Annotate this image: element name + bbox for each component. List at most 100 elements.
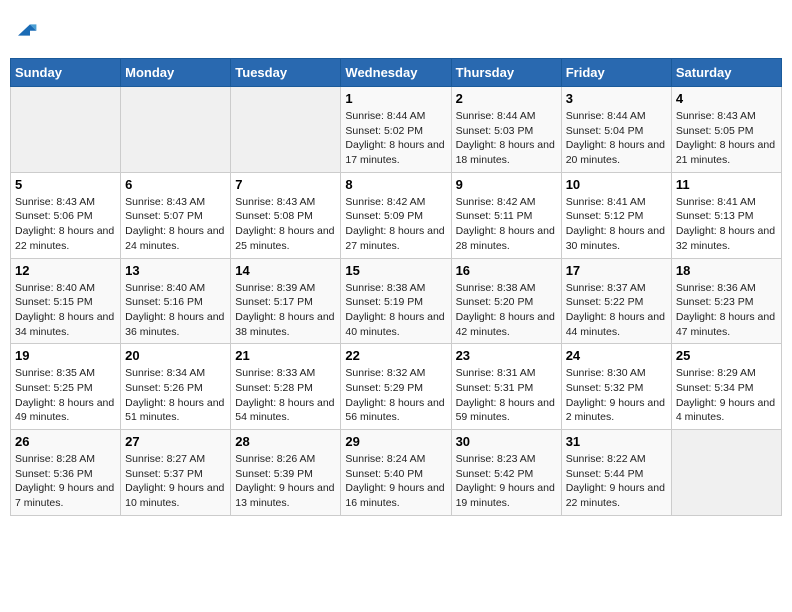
weekday-header-wednesday: Wednesday xyxy=(341,59,451,87)
day-info: Sunrise: 8:40 AM Sunset: 5:15 PM Dayligh… xyxy=(15,281,116,340)
day-number: 16 xyxy=(456,263,557,278)
day-info: Sunrise: 8:34 AM Sunset: 5:26 PM Dayligh… xyxy=(125,366,226,425)
calendar-week-1: 1 Sunrise: 8:44 AM Sunset: 5:02 PM Daylig… xyxy=(11,87,782,173)
calendar-cell: 13 Sunrise: 8:40 AM Sunset: 5:16 PM Dayli… xyxy=(121,258,231,344)
weekday-header-monday: Monday xyxy=(121,59,231,87)
day-info: Sunrise: 8:44 AM Sunset: 5:02 PM Dayligh… xyxy=(345,109,446,168)
day-info: Sunrise: 8:44 AM Sunset: 5:03 PM Dayligh… xyxy=(456,109,557,168)
day-number: 19 xyxy=(15,348,116,363)
calendar-cell: 17 Sunrise: 8:37 AM Sunset: 5:22 PM Dayli… xyxy=(561,258,671,344)
calendar-cell: 11 Sunrise: 8:41 AM Sunset: 5:13 PM Dayli… xyxy=(671,172,781,258)
calendar-cell xyxy=(11,87,121,173)
day-info: Sunrise: 8:40 AM Sunset: 5:16 PM Dayligh… xyxy=(125,281,226,340)
day-number: 6 xyxy=(125,177,226,192)
day-number: 10 xyxy=(566,177,667,192)
day-info: Sunrise: 8:37 AM Sunset: 5:22 PM Dayligh… xyxy=(566,281,667,340)
calendar-cell: 26 Sunrise: 8:28 AM Sunset: 5:36 PM Dayli… xyxy=(11,430,121,516)
day-info: Sunrise: 8:43 AM Sunset: 5:05 PM Dayligh… xyxy=(676,109,777,168)
day-info: Sunrise: 8:30 AM Sunset: 5:32 PM Dayligh… xyxy=(566,366,667,425)
weekday-header-sunday: Sunday xyxy=(11,59,121,87)
logo-icon xyxy=(14,18,38,42)
day-number: 7 xyxy=(235,177,336,192)
day-info: Sunrise: 8:36 AM Sunset: 5:23 PM Dayligh… xyxy=(676,281,777,340)
day-info: Sunrise: 8:44 AM Sunset: 5:04 PM Dayligh… xyxy=(566,109,667,168)
calendar-cell: 7 Sunrise: 8:43 AM Sunset: 5:08 PM Daylig… xyxy=(231,172,341,258)
calendar-cell: 2Sunrise: 8:44 AM Sunset: 5:03 PM Daylig… xyxy=(451,87,561,173)
calendar-cell xyxy=(671,430,781,516)
calendar-cell: 22 Sunrise: 8:32 AM Sunset: 5:29 PM Dayli… xyxy=(341,344,451,430)
day-info: Sunrise: 8:26 AM Sunset: 5:39 PM Dayligh… xyxy=(235,452,336,511)
day-info: Sunrise: 8:42 AM Sunset: 5:09 PM Dayligh… xyxy=(345,195,446,254)
calendar-table: SundayMondayTuesdayWednesdayThursdayFrid… xyxy=(10,58,782,516)
day-number: 31 xyxy=(566,434,667,449)
calendar-cell: 12 Sunrise: 8:40 AM Sunset: 5:15 PM Dayli… xyxy=(11,258,121,344)
calendar-cell: 8 Sunrise: 8:42 AM Sunset: 5:09 PM Daylig… xyxy=(341,172,451,258)
calendar-cell: 21 Sunrise: 8:33 AM Sunset: 5:28 PM Dayli… xyxy=(231,344,341,430)
day-number: 24 xyxy=(566,348,667,363)
calendar-cell: 3Sunrise: 8:44 AM Sunset: 5:04 PM Daylig… xyxy=(561,87,671,173)
calendar-cell: 23 Sunrise: 8:31 AM Sunset: 5:31 PM Dayli… xyxy=(451,344,561,430)
calendar-cell: 27 Sunrise: 8:27 AM Sunset: 5:37 PM Dayli… xyxy=(121,430,231,516)
calendar-cell: 31 Sunrise: 8:22 AM Sunset: 5:44 PM Dayli… xyxy=(561,430,671,516)
calendar-cell: 5 Sunrise: 8:43 AM Sunset: 5:06 PM Daylig… xyxy=(11,172,121,258)
day-info: Sunrise: 8:27 AM Sunset: 5:37 PM Dayligh… xyxy=(125,452,226,511)
day-number: 25 xyxy=(676,348,777,363)
day-number: 18 xyxy=(676,263,777,278)
calendar-cell: 18 Sunrise: 8:36 AM Sunset: 5:23 PM Dayli… xyxy=(671,258,781,344)
day-info: Sunrise: 8:42 AM Sunset: 5:11 PM Dayligh… xyxy=(456,195,557,254)
day-number: 11 xyxy=(676,177,777,192)
day-info: Sunrise: 8:38 AM Sunset: 5:20 PM Dayligh… xyxy=(456,281,557,340)
calendar-cell: 24 Sunrise: 8:30 AM Sunset: 5:32 PM Dayli… xyxy=(561,344,671,430)
day-info: Sunrise: 8:32 AM Sunset: 5:29 PM Dayligh… xyxy=(345,366,446,425)
calendar-cell xyxy=(231,87,341,173)
day-info: Sunrise: 8:22 AM Sunset: 5:44 PM Dayligh… xyxy=(566,452,667,511)
day-number: 23 xyxy=(456,348,557,363)
calendar-cell: 30Sunrise: 8:23 AM Sunset: 5:42 PM Dayli… xyxy=(451,430,561,516)
weekday-header-friday: Friday xyxy=(561,59,671,87)
day-number: 1 xyxy=(345,91,446,106)
calendar-cell: 15 Sunrise: 8:38 AM Sunset: 5:19 PM Dayli… xyxy=(341,258,451,344)
day-info: Sunrise: 8:24 AM Sunset: 5:40 PM Dayligh… xyxy=(345,452,446,511)
calendar-cell: 10Sunrise: 8:41 AM Sunset: 5:12 PM Dayli… xyxy=(561,172,671,258)
day-info: Sunrise: 8:43 AM Sunset: 5:06 PM Dayligh… xyxy=(15,195,116,254)
calendar-cell: 6Sunrise: 8:43 AM Sunset: 5:07 PM Daylig… xyxy=(121,172,231,258)
day-number: 5 xyxy=(15,177,116,192)
calendar-cell: 16 Sunrise: 8:38 AM Sunset: 5:20 PM Dayli… xyxy=(451,258,561,344)
day-number: 13 xyxy=(125,263,226,278)
day-number: 26 xyxy=(15,434,116,449)
calendar-cell: 1 Sunrise: 8:44 AM Sunset: 5:02 PM Daylig… xyxy=(341,87,451,173)
day-info: Sunrise: 8:31 AM Sunset: 5:31 PM Dayligh… xyxy=(456,366,557,425)
day-info: Sunrise: 8:39 AM Sunset: 5:17 PM Dayligh… xyxy=(235,281,336,340)
calendar-week-5: 26 Sunrise: 8:28 AM Sunset: 5:36 PM Dayli… xyxy=(11,430,782,516)
calendar-cell: 9 Sunrise: 8:42 AM Sunset: 5:11 PM Daylig… xyxy=(451,172,561,258)
calendar-cell: 14 Sunrise: 8:39 AM Sunset: 5:17 PM Dayli… xyxy=(231,258,341,344)
calendar-cell xyxy=(121,87,231,173)
day-info: Sunrise: 8:41 AM Sunset: 5:13 PM Dayligh… xyxy=(676,195,777,254)
logo xyxy=(14,18,40,42)
calendar-week-2: 5 Sunrise: 8:43 AM Sunset: 5:06 PM Daylig… xyxy=(11,172,782,258)
weekday-header-saturday: Saturday xyxy=(671,59,781,87)
day-number: 27 xyxy=(125,434,226,449)
weekday-header-tuesday: Tuesday xyxy=(231,59,341,87)
day-info: Sunrise: 8:29 AM Sunset: 5:34 PM Dayligh… xyxy=(676,366,777,425)
day-number: 9 xyxy=(456,177,557,192)
day-number: 15 xyxy=(345,263,446,278)
day-info: Sunrise: 8:28 AM Sunset: 5:36 PM Dayligh… xyxy=(15,452,116,511)
day-info: Sunrise: 8:38 AM Sunset: 5:19 PM Dayligh… xyxy=(345,281,446,340)
day-number: 17 xyxy=(566,263,667,278)
day-number: 14 xyxy=(235,263,336,278)
calendar-cell: 19Sunrise: 8:35 AM Sunset: 5:25 PM Dayli… xyxy=(11,344,121,430)
day-number: 22 xyxy=(345,348,446,363)
day-number: 20 xyxy=(125,348,226,363)
day-number: 29 xyxy=(345,434,446,449)
day-number: 8 xyxy=(345,177,446,192)
day-number: 12 xyxy=(15,263,116,278)
day-info: Sunrise: 8:33 AM Sunset: 5:28 PM Dayligh… xyxy=(235,366,336,425)
calendar-cell: 28Sunrise: 8:26 AM Sunset: 5:39 PM Dayli… xyxy=(231,430,341,516)
day-info: Sunrise: 8:43 AM Sunset: 5:08 PM Dayligh… xyxy=(235,195,336,254)
day-number: 21 xyxy=(235,348,336,363)
calendar-cell: 25 Sunrise: 8:29 AM Sunset: 5:34 PM Dayli… xyxy=(671,344,781,430)
day-number: 30 xyxy=(456,434,557,449)
page-header xyxy=(10,10,782,50)
calendar-cell: 20 Sunrise: 8:34 AM Sunset: 5:26 PM Dayli… xyxy=(121,344,231,430)
